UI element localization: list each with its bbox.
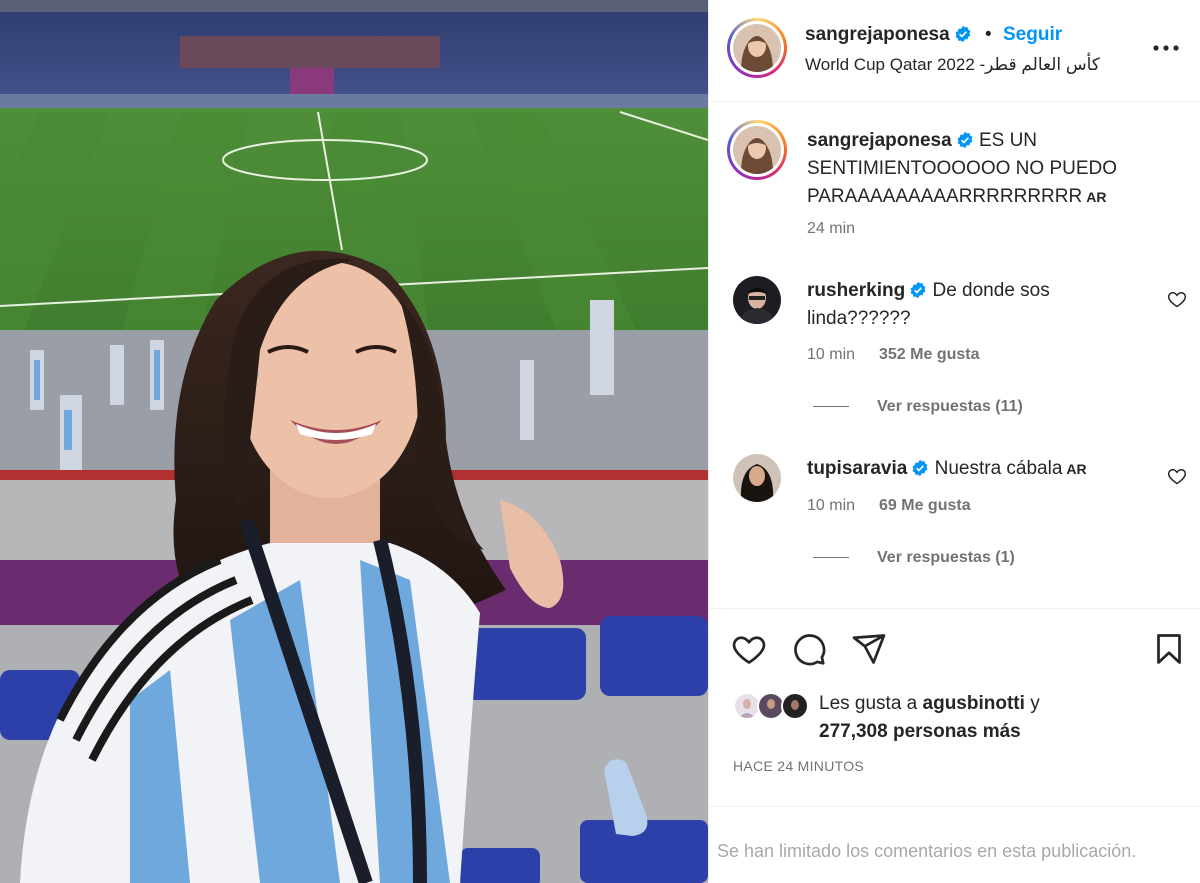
view-replies-button[interactable]: Ver respuestas (1) [813, 549, 1015, 567]
author-avatar[interactable] [727, 18, 787, 78]
comments-limited-bar: Se han limitado los comentarios en esta … [709, 806, 1200, 883]
liked-by-user[interactable]: agusbinotti [923, 693, 1025, 714]
comment-time[interactable]: 10 min [807, 497, 855, 515]
caption-time[interactable]: 24 min [807, 220, 855, 238]
post-photo [0, 0, 708, 883]
liker-avatar[interactable] [781, 692, 809, 720]
liked-by-summary: Les gusta a agusbinotti y 277,308 person… [819, 690, 1040, 746]
commenter-avatar-image [733, 454, 781, 502]
author-username[interactable]: sangrejaponesa [805, 24, 950, 45]
caption-avatar-image [733, 126, 781, 174]
verified-badge-icon [957, 131, 973, 149]
view-replies-label: Ver respuestas (11) [877, 398, 1023, 415]
flag-ar-text: AR [1086, 189, 1107, 205]
comment-time[interactable]: 10 min [807, 346, 855, 364]
commenter-avatar[interactable] [733, 454, 781, 502]
post-header: sangrejaponesa • Seguir World Cup Qatar … [709, 0, 1200, 102]
comment-text-line1: De donde sos [932, 280, 1050, 301]
comment-text-line2: linda?????? [807, 308, 911, 329]
heart-icon[interactable] [731, 631, 767, 667]
separator-dot: • [985, 24, 992, 45]
caption-username[interactable]: sangrejaponesa [807, 130, 952, 151]
replies-divider [813, 557, 849, 559]
likes-count[interactable]: 277,308 personas más [819, 721, 1021, 742]
liker-avatar-image [759, 694, 783, 718]
verified-badge-icon [910, 281, 926, 299]
commenter-username[interactable]: rusherking [807, 280, 905, 301]
caption-text-line1: ES UN [978, 130, 1038, 151]
post-location[interactable]: World Cup Qatar 2022 -كأس العالم قطر [805, 55, 1100, 75]
comment-icon[interactable] [791, 631, 827, 667]
post-side-panel: sangrejaponesa • Seguir World Cup Qatar … [708, 0, 1200, 883]
comments-limited-notice: Se han limitado los comentarios en esta … [717, 841, 1137, 861]
caption-text-line2: SENTIMIENTOOOOOO NO PUEDO [807, 158, 1118, 179]
liked-by-conj: y [1030, 693, 1040, 714]
liker-avatar-image [783, 694, 807, 718]
caption-text-line3: PARAAAAAAAAARRRRRRRRR [807, 186, 1083, 207]
comment-likes[interactable]: 352 Me gusta [879, 346, 979, 364]
author-avatar-image [733, 24, 781, 72]
comment-like-icon[interactable] [1167, 289, 1187, 309]
liker-avatar-image [735, 694, 759, 718]
replies-divider [813, 406, 849, 408]
commenter-avatar[interactable] [733, 276, 781, 324]
view-replies-button[interactable]: Ver respuestas (11) [813, 398, 1023, 416]
flag-ar-text: AR [1066, 461, 1087, 477]
verified-badge-icon [912, 459, 928, 477]
more-options-icon[interactable] [1151, 36, 1181, 56]
caption-avatar[interactable] [727, 120, 787, 180]
commenter-username[interactable]: tupisaravia [807, 458, 907, 479]
view-replies-label: Ver respuestas (1) [877, 549, 1015, 566]
liked-by-prefix: Les gusta a [819, 693, 918, 714]
verified-badge-icon [955, 25, 971, 43]
bookmark-icon[interactable] [1151, 631, 1187, 667]
follow-button[interactable]: Seguir [1003, 24, 1062, 46]
post-timestamp[interactable]: HACE 24 MINUTOS [733, 758, 864, 774]
comment-likes[interactable]: 69 Me gusta [879, 497, 971, 515]
comment-like-icon[interactable] [1167, 466, 1187, 486]
paper-plane-icon[interactable] [851, 631, 887, 667]
stadium-selfie-image [0, 0, 708, 883]
commenter-avatar-image [733, 276, 781, 324]
comment-text-line1: Nuestra cábala [934, 458, 1063, 479]
